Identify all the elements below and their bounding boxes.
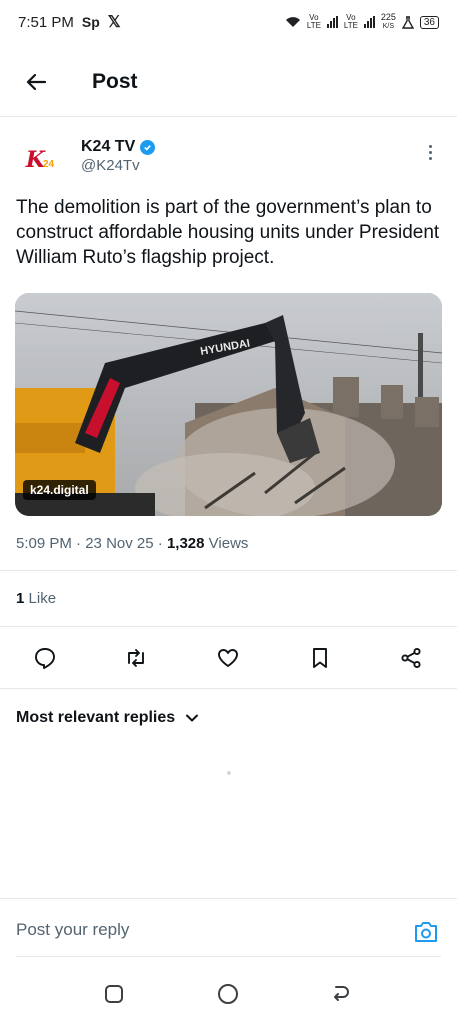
tweet-time: 5:09 PM [16,535,72,552]
likes-summary[interactable]: 1 Like [16,590,56,607]
bookmark-button[interactable] [302,640,338,676]
wifi-icon [285,17,300,27]
likes-label: Like [28,590,57,607]
tweet-author: K 24 K24 TV @K24Tv [16,132,442,184]
camera-button[interactable] [412,918,440,946]
share-button[interactable] [393,640,429,676]
reply-input[interactable] [16,920,376,940]
reply-button[interactable] [27,640,63,676]
data-speed-unit: K/S [382,23,394,30]
back-button[interactable] [16,62,56,102]
author-handle[interactable]: @K24Tv [81,157,140,174]
back-nav-icon [334,986,349,1001]
author-name: K24 TV [81,138,136,155]
action-bar [0,640,457,676]
avatar-suffix: 24 [43,158,55,170]
like-icon [218,649,238,667]
network-label-1: Vo LTE [306,13,321,30]
app-badge: Sp [81,14,100,30]
header-divider [0,116,457,117]
data-speed: 225 [380,12,396,22]
more-options-button[interactable] [420,140,440,164]
media-watermark-label: k24.digital [23,480,96,500]
retweet-button[interactable] [118,640,154,676]
verified-badge-icon [140,139,156,155]
tweet-meta: 5:09 PM · 23 Nov 25 · 1,328 Views [16,535,249,552]
reply-bar [0,906,457,956]
replies-sort-dropdown[interactable]: Most relevant replies [16,709,199,727]
reply-icon [35,648,55,669]
like-button[interactable] [210,640,246,676]
battery-icon: 36 [419,15,439,29]
reply-bar-divider [0,898,457,899]
home-button[interactable] [214,980,242,1008]
actions-divider [0,688,457,689]
author-name-row[interactable]: K24 TV [81,138,156,156]
status-bar: 7:51 PM Sp 𝕏 Vo LTE Vo LTE 225 K/S 36 [0,0,457,44]
top-bar: Post [0,56,457,108]
replies-sort-label: Most relevant replies [16,709,176,726]
arrow-left-icon [26,73,47,91]
system-nav-bar [0,972,457,1016]
share-icon [401,647,421,669]
views-label: Views [208,535,249,552]
recents-icon [105,985,123,1003]
avatar[interactable]: K 24 [16,136,64,184]
tweet-text: The demolition is part of the government… [16,197,440,268]
reply-bar-bottom-divider [16,956,441,957]
flask-icon [401,15,414,29]
bookmark-icon [313,648,327,668]
page-title: Post [92,70,138,93]
signal-icon-2 [363,16,375,28]
status-time: 7:51 PM [18,13,74,31]
loading-indicator [227,771,231,775]
network-label-2: Vo LTE [343,13,358,30]
tweet-date: 23 Nov 25 [85,535,154,552]
camera-icon [415,922,437,942]
x-logo-icon: 𝕏 [107,14,121,31]
signal-icon [326,16,338,28]
meta-divider [0,570,457,571]
likes-divider [0,626,457,627]
retweet-icon [128,649,144,667]
views-count[interactable]: 1,328 [167,535,205,552]
recent-apps-button[interactable] [100,980,128,1008]
back-nav-button[interactable] [327,980,355,1008]
likes-count: 1 [16,590,25,607]
tweet-media[interactable]: HYUNDAI k24.digital [15,293,442,516]
chevron-down-icon [186,714,199,722]
home-circle-icon [218,984,238,1004]
